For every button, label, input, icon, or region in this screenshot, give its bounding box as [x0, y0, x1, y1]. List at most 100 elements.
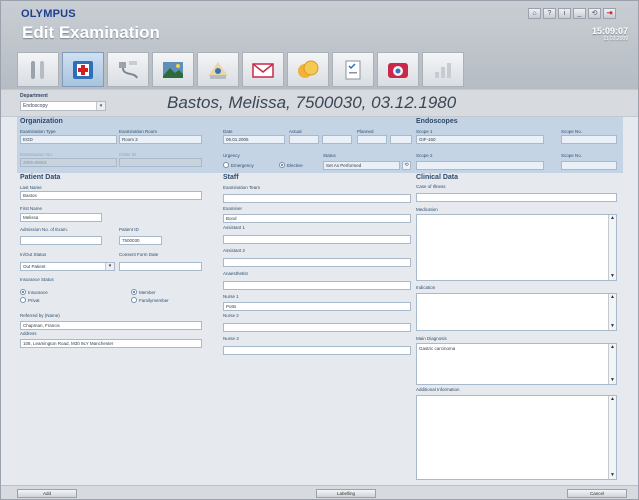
restore-button[interactable]: ⟲	[588, 8, 601, 19]
clock-date: 11.03.2009	[603, 36, 628, 42]
assistant1-field[interactable]	[223, 235, 411, 244]
consent-field[interactable]	[119, 262, 202, 271]
exam-type-field[interactable]: EGD	[20, 135, 117, 144]
patient-id-field[interactable]: 7500030	[119, 236, 162, 245]
exam-room-label: Examination Room	[119, 129, 158, 134]
patient-button[interactable]	[197, 52, 239, 87]
scroll-up-icon[interactable]: ▲	[609, 344, 616, 351]
diagnosis-textarea[interactable]: Gastric carcinoma ▲ ▼	[416, 343, 617, 385]
image-icon	[163, 61, 183, 78]
address-field[interactable]: 108, Leamington Road, M30 9LY Manchester	[20, 339, 202, 348]
department-select[interactable]: Endoscopy ▾	[20, 101, 106, 111]
camera-button[interactable]	[377, 52, 419, 87]
scope2-no-label: Scope No.	[561, 153, 583, 158]
scope2-no-field[interactable]	[561, 161, 617, 170]
refresh-icon: ⟲	[404, 162, 409, 168]
scroll-up-icon[interactable]: ▲	[609, 396, 616, 403]
admission-field[interactable]	[20, 236, 102, 245]
home-button[interactable]: ⌂	[528, 8, 541, 19]
actual-end-field[interactable]	[322, 135, 352, 144]
status-refresh-button[interactable]: ⟲	[402, 161, 411, 170]
coins-button[interactable]	[287, 52, 329, 87]
date-field[interactable]: 06.01.2005	[223, 135, 285, 144]
scroll-down-icon[interactable]: ▼	[609, 273, 616, 280]
endoscope-button[interactable]	[107, 52, 149, 87]
labelling-button[interactable]: Labelling	[316, 489, 376, 498]
medical-button[interactable]	[62, 52, 104, 87]
clock: 15:09:07 11.03.2009	[592, 26, 628, 42]
assistant2-label: Assistant 2	[223, 248, 246, 253]
exam-room-field[interactable]: Room 2	[119, 135, 202, 144]
camera-icon	[388, 62, 408, 78]
exit-button[interactable]: ⇥	[603, 8, 616, 19]
patient-id-label: Patient ID	[119, 227, 139, 232]
planned-start-field[interactable]	[357, 135, 387, 144]
scope1-label: Scope 1	[416, 129, 433, 134]
privat-radio[interactable]: Privat	[20, 297, 40, 303]
insurance-radio[interactable]: Insurance	[20, 289, 48, 295]
tools-button[interactable]	[17, 52, 59, 87]
scroll-up-icon[interactable]: ▲	[609, 294, 616, 301]
planned-end-field[interactable]	[390, 135, 412, 144]
medication-label: Medication	[416, 207, 438, 212]
scrollbar[interactable]: ▲ ▼	[608, 344, 616, 384]
department-value: Endoscopy	[23, 103, 48, 109]
mail-button[interactable]	[242, 52, 284, 87]
cancel-button[interactable]: Cancel	[567, 489, 627, 498]
last-name-label: Last Name	[20, 185, 42, 190]
familymember-radio[interactable]: Familymember	[131, 297, 169, 303]
scrollbar[interactable]: ▲ ▼	[608, 396, 616, 479]
olympus-logo: OLYMPUS	[21, 8, 76, 20]
scroll-down-icon[interactable]: ▼	[609, 472, 616, 479]
add-button[interactable]: Add	[17, 489, 77, 498]
window-buttons: ⌂ ? i _ ⟲ ⇥	[528, 8, 616, 19]
chevron-down-icon[interactable]: ▾	[96, 102, 105, 110]
chart-button[interactable]	[422, 52, 464, 87]
title-bar: OLYMPUS Edit Examination ⌂ ? i _ ⟲ ⇥ 15:…	[1, 1, 638, 89]
status-label: Status	[323, 153, 336, 158]
scrollbar[interactable]: ▲ ▼	[608, 294, 616, 330]
coins-icon	[298, 60, 319, 78]
scroll-down-icon[interactable]: ▼	[609, 323, 616, 330]
last-name-field[interactable]: Bastos	[20, 191, 202, 200]
additional-textarea[interactable]: ▲ ▼	[416, 395, 617, 480]
radio-circle-selected	[20, 289, 26, 295]
nurse2-field[interactable]	[223, 323, 411, 332]
elective-radio[interactable]: Elective	[279, 162, 303, 168]
first-name-field[interactable]: Melissa	[20, 213, 102, 222]
scroll-down-icon[interactable]: ▼	[609, 377, 616, 384]
scope2-field[interactable]	[416, 161, 544, 170]
indication-textarea[interactable]: ▲ ▼	[416, 293, 617, 331]
examiner-field[interactable]: Bond	[223, 214, 411, 223]
scope1-field[interactable]: GIF-160	[416, 135, 544, 144]
image-button[interactable]	[152, 52, 194, 87]
assistant2-field[interactable]	[223, 258, 411, 267]
nurse1-field[interactable]: Potts	[223, 302, 411, 311]
bottom-bar: Add Labelling Cancel	[1, 485, 638, 499]
help-button[interactable]: ?	[543, 8, 556, 19]
indication-label: Indication	[416, 285, 436, 290]
inout-select[interactable]: Out Patient ▾	[20, 262, 115, 271]
minimize-button[interactable]: _	[573, 8, 586, 19]
actual-start-field[interactable]	[289, 135, 319, 144]
team-field[interactable]	[223, 194, 411, 203]
info-button[interactable]: i	[558, 8, 571, 19]
status-field[interactable]: Set As Performed	[323, 161, 400, 170]
medication-textarea[interactable]: ▲ ▼	[416, 214, 617, 281]
nurse3-field[interactable]	[223, 346, 411, 355]
referred-field[interactable]: Chapman, Francis	[20, 321, 202, 330]
medical-cross-icon	[73, 60, 93, 79]
radio-circle	[131, 297, 137, 303]
scroll-up-icon[interactable]: ▲	[609, 215, 616, 222]
checklist-button[interactable]	[332, 52, 374, 87]
emergency-radio[interactable]: Emergency	[223, 162, 254, 168]
chevron-down-icon[interactable]: ▾	[105, 263, 114, 270]
scope1-no-field[interactable]	[561, 135, 617, 144]
admission-label: Admission No. of Exam.	[20, 227, 69, 232]
case-field[interactable]	[416, 193, 617, 202]
member-radio[interactable]: Member	[131, 289, 156, 295]
endoscope-icon	[119, 60, 138, 79]
scrollbar[interactable]: ▲ ▼	[608, 215, 616, 280]
member-option-label: Member	[139, 289, 156, 295]
anaesthetist-field[interactable]	[223, 281, 411, 290]
